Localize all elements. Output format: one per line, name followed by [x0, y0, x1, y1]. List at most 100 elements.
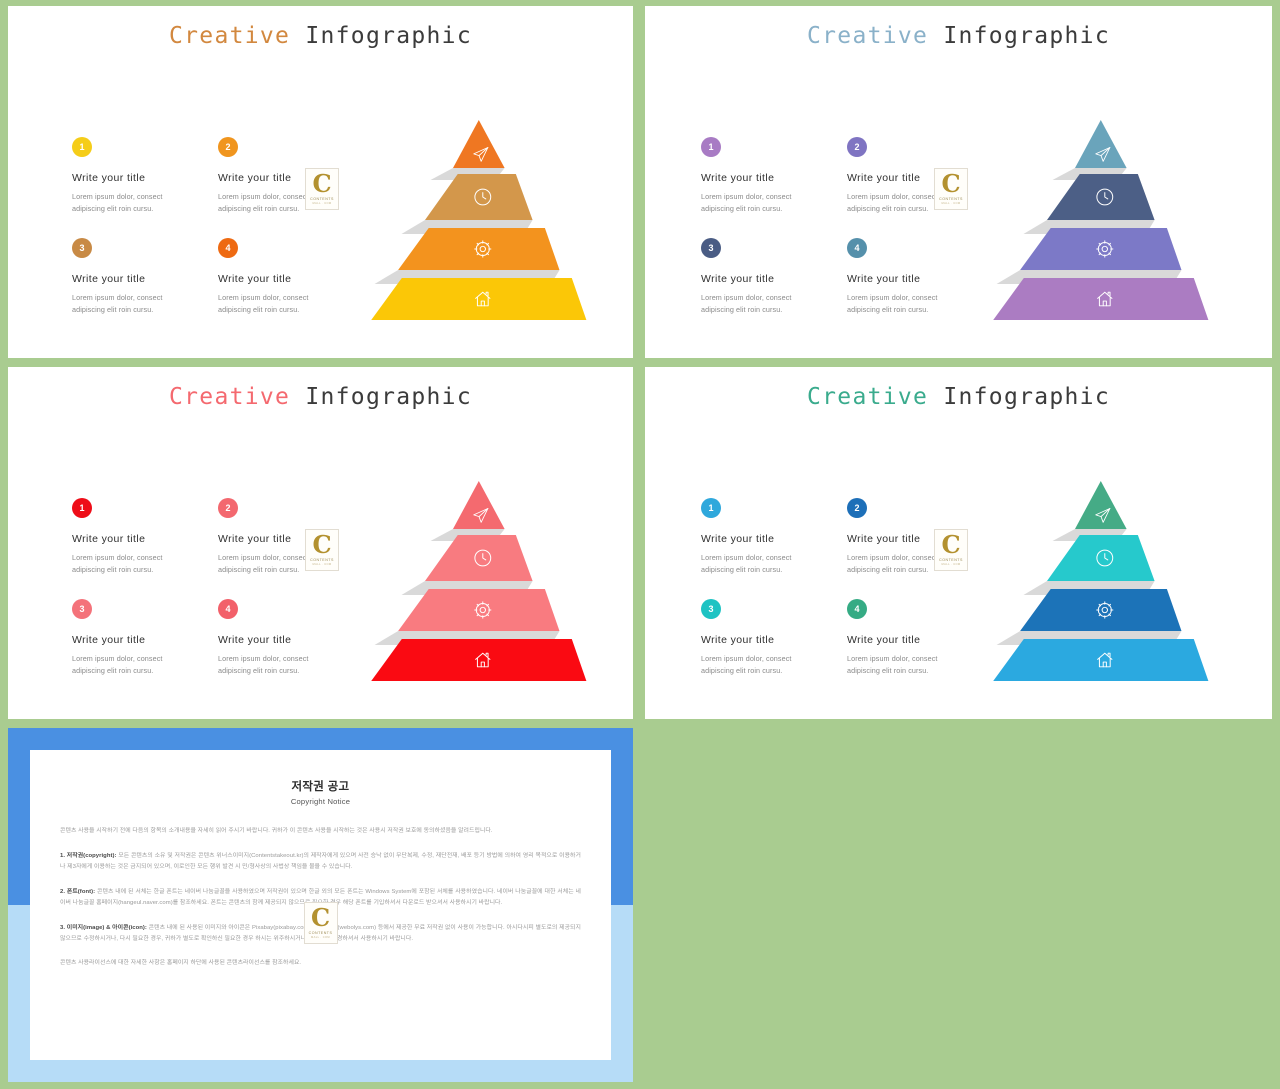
- list-item-body: Lorem ipsum dolor, consect adipiscing el…: [701, 192, 792, 213]
- list-item[interactable]: 2 Write your title Lorem ipsum dolor, co…: [847, 498, 997, 575]
- copyright-item-3-label: 3. 이미지(image) & 아이콘(icon):: [60, 924, 147, 931]
- step-number-badge: 1: [72, 137, 92, 157]
- watermark-line1: CONTENTS: [310, 557, 334, 562]
- watermark-logo: C CONTENTS MALL . COM: [934, 529, 968, 571]
- copyright-footer: 콘텐츠 사용라이선스에 대한 자세한 사항은 홈페이지 하단에 사용된 콘텐츠라…: [60, 960, 302, 967]
- list-item[interactable]: 4 Write your title Lorem ipsum dolor, co…: [218, 599, 368, 676]
- watermark-line2: MALL . COM: [941, 562, 961, 566]
- watermark-logo: C CONTENTS MALL . COM: [305, 529, 339, 571]
- pyramid-chart[interactable]: [982, 118, 1222, 323]
- list-item-body: Lorem ipsum dolor, consect adipiscing el…: [701, 654, 792, 675]
- list-item[interactable]: 2 Write your title Lorem ipsum dolor, co…: [847, 137, 997, 214]
- copyright-notice-slide[interactable]: 저작권 공고 Copyright Notice 콘텐츠 사용을 시작하기 전에 …: [8, 728, 633, 1082]
- watermark-logo: C CONTENTS MALL . COM: [305, 168, 339, 210]
- pyramid-chart[interactable]: [360, 479, 600, 684]
- watermark-letter: C: [310, 903, 331, 933]
- list-item[interactable]: 1 Write your title Lorem ipsum dolor, co…: [701, 498, 851, 575]
- slide-title: Creative Infographic: [645, 384, 1272, 410]
- watermark-letter: C: [312, 169, 332, 199]
- copyright-title-ko: 저작권 공고: [291, 781, 350, 793]
- step-number-badge: 3: [701, 599, 721, 619]
- list-item-body: Lorem ipsum dolor, consect adipiscing el…: [847, 654, 938, 675]
- watermark-line2: MALL . COM: [311, 935, 330, 939]
- list-item-title: Write your title: [701, 172, 775, 184]
- watermark-line2: MALL . COM: [312, 201, 332, 205]
- slide-title-accent: Creative: [807, 384, 929, 410]
- list-item-body: Lorem ipsum dolor, consect adipiscing el…: [72, 553, 163, 574]
- step-number-badge: 1: [701, 137, 721, 157]
- step-number-badge: 2: [847, 137, 867, 157]
- watermark-line1: CONTENTS: [939, 557, 963, 562]
- list-item[interactable]: 3 Write your title Lorem ipsum dolor, co…: [701, 599, 851, 676]
- step-number-badge: 2: [218, 137, 238, 157]
- slide-red[interactable]: Creative Infographic 1 Write your title …: [8, 367, 633, 719]
- watermark-line1: CONTENTS: [939, 196, 963, 201]
- slide-title: Creative Infographic: [645, 23, 1272, 49]
- list-item-body: Lorem ipsum dolor, consect adipiscing el…: [847, 192, 938, 213]
- step-number-badge: 1: [701, 498, 721, 518]
- list-item-title: Write your title: [218, 273, 292, 285]
- list-item-title: Write your title: [218, 634, 292, 646]
- copyright-title-en: Copyright Notice: [290, 797, 351, 806]
- list-item[interactable]: 1 Write your title Lorem ipsum dolor, co…: [72, 137, 222, 214]
- list-item-title: Write your title: [847, 172, 921, 184]
- slide-title-main: Infographic: [928, 23, 1110, 49]
- list-item-title: Write your title: [72, 634, 146, 646]
- list-item-body: Lorem ipsum dolor, consect adipiscing el…: [847, 553, 938, 574]
- list-item-title: Write your title: [72, 273, 146, 285]
- list-item[interactable]: 2 Write your title Lorem ipsum dolor, co…: [218, 137, 368, 214]
- watermark-letter: C: [941, 169, 961, 199]
- step-number-badge: 4: [847, 238, 867, 258]
- step-number-badge: 1: [72, 498, 92, 518]
- presentation-canvas: Creative Infographic 1 Write your title …: [0, 0, 1280, 1089]
- list-item-title: Write your title: [218, 172, 292, 184]
- list-item[interactable]: 1 Write your title Lorem ipsum dolor, co…: [72, 498, 222, 575]
- list-item-body: Lorem ipsum dolor, consect adipiscing el…: [72, 192, 163, 213]
- list-item-title: Write your title: [72, 172, 146, 184]
- watermark-line2: MALL . COM: [312, 562, 332, 566]
- slide-title-main: Infographic: [290, 384, 472, 410]
- copyright-item-1-label: 1. 저작권(copyright):: [60, 852, 117, 859]
- step-number-badge: 3: [72, 599, 92, 619]
- watermark-logo: C CONTENTS MALL . COM: [303, 902, 338, 944]
- list-item[interactable]: 1 Write your title Lorem ipsum dolor, co…: [701, 137, 851, 214]
- slide-title: Creative Infographic: [8, 384, 633, 410]
- slide-title-main: Infographic: [928, 384, 1110, 410]
- list-item[interactable]: 3 Write your title Lorem ipsum dolor, co…: [701, 238, 851, 315]
- step-number-badge: 4: [218, 238, 238, 258]
- list-item-title: Write your title: [701, 273, 775, 285]
- copyright-item-2-label: 2. 폰트(font):: [60, 888, 96, 895]
- list-item[interactable]: 4 Write your title Lorem ipsum dolor, co…: [847, 599, 997, 676]
- list-item-body: Lorem ipsum dolor, consect adipiscing el…: [701, 553, 792, 574]
- slide-blue-purple[interactable]: Creative Infographic 1 Write your title …: [645, 6, 1272, 358]
- list-item-body: Lorem ipsum dolor, consect adipiscing el…: [701, 293, 792, 314]
- copyright-paragraph-lead: 콘텐츠 사용을 시작하기 전에 다음의 항목의 소개내용을 자세히 읽어 주시기…: [60, 828, 493, 834]
- slide-title: Creative Infographic: [8, 23, 633, 49]
- list-item-title: Write your title: [847, 634, 921, 646]
- step-number-badge: 4: [847, 599, 867, 619]
- list-item-title: Write your title: [72, 533, 146, 545]
- step-number-badge: 2: [847, 498, 867, 518]
- list-item-title: Write your title: [847, 273, 921, 285]
- slide-teal-green[interactable]: Creative Infographic 1 Write your title …: [645, 367, 1272, 719]
- pyramid-chart[interactable]: [360, 118, 600, 323]
- step-number-badge: 4: [218, 599, 238, 619]
- list-item[interactable]: 4 Write your title Lorem ipsum dolor, co…: [847, 238, 997, 315]
- slide-orange[interactable]: Creative Infographic 1 Write your title …: [8, 6, 633, 358]
- watermark-line2: MALL . COM: [941, 201, 961, 205]
- copyright-item-1-text: 모든 콘텐츠의 소유 및 저작권은 콘텐츠 위너스이미지(Contentstak…: [60, 852, 581, 870]
- list-item-title: Write your title: [218, 533, 292, 545]
- list-item[interactable]: 3 Write your title Lorem ipsum dolor, co…: [72, 599, 222, 676]
- step-number-badge: 3: [701, 238, 721, 258]
- list-item-body: Lorem ipsum dolor, consect adipiscing el…: [218, 553, 309, 574]
- list-item-title: Write your title: [701, 533, 775, 545]
- pyramid-chart[interactable]: [982, 479, 1222, 684]
- list-item-body: Lorem ipsum dolor, consect adipiscing el…: [218, 293, 309, 314]
- list-item-body: Lorem ipsum dolor, consect adipiscing el…: [72, 293, 163, 314]
- list-item[interactable]: 3 Write your title Lorem ipsum dolor, co…: [72, 238, 222, 315]
- list-item[interactable]: 2 Write your title Lorem ipsum dolor, co…: [218, 498, 368, 575]
- watermark-letter: C: [941, 530, 961, 560]
- list-item-body: Lorem ipsum dolor, consect adipiscing el…: [847, 293, 938, 314]
- slide-title-main: Infographic: [290, 23, 472, 49]
- list-item[interactable]: 4 Write your title Lorem ipsum dolor, co…: [218, 238, 368, 315]
